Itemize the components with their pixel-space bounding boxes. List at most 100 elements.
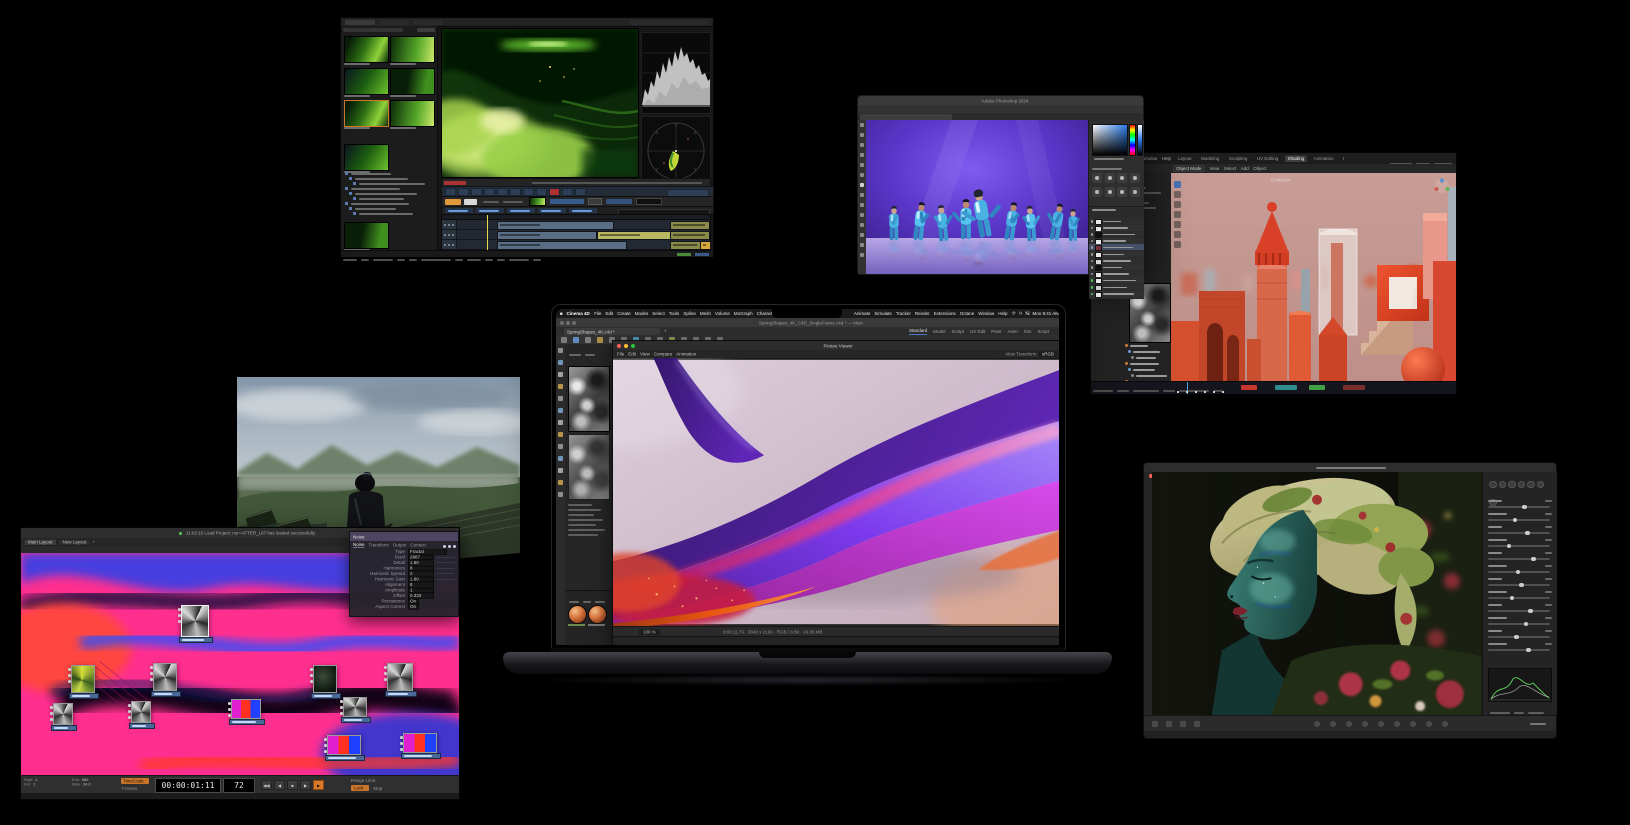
- photoshop-tool-4[interactable]: [860, 153, 864, 157]
- toolbar-icon-1[interactable]: [1314, 721, 1320, 727]
- timeline-clip[interactable]: [670, 241, 702, 250]
- transport-button-4[interactable]: ▶: [300, 780, 311, 790]
- layer-visibility-eye[interactable]: [1090, 266, 1093, 269]
- blender-viewport[interactable]: Collection: [1171, 173, 1456, 381]
- node-port[interactable]: [178, 614, 181, 617]
- node-port[interactable]: [384, 672, 387, 675]
- timecode-mode-chip[interactable]: TimeCode: [121, 778, 149, 784]
- timeline-clip[interactable]: [497, 241, 627, 250]
- node-6[interactable]: [50, 703, 73, 725]
- node-3[interactable]: [150, 663, 177, 691]
- slider-knob[interactable]: [1528, 608, 1533, 613]
- material-sphere-2[interactable]: [588, 605, 607, 624]
- layer-visibility-eye[interactable]: [1090, 246, 1093, 249]
- node-2[interactable]: [68, 665, 95, 693]
- flame-blue-chip-2[interactable]: [606, 199, 632, 204]
- capture-tool-icon-3[interactable]: [1508, 480, 1516, 488]
- menubar-menu-volume[interactable]: Volume: [715, 311, 730, 316]
- photoshop-tool-6[interactable]: [860, 173, 864, 177]
- node-port[interactable]: [150, 678, 153, 681]
- minimize-button[interactable]: [566, 321, 570, 325]
- zoom-level[interactable]: 100 %: [639, 629, 660, 635]
- flame-playhead[interactable]: [487, 215, 488, 251]
- blender-tool-icon-3[interactable]: [1174, 201, 1181, 208]
- adjustment-icon-1[interactable]: [1092, 173, 1102, 183]
- node-11[interactable]: [400, 733, 437, 753]
- field-value-type[interactable]: Fractal: [408, 549, 447, 555]
- photoshop-tool-5[interactable]: [860, 163, 864, 167]
- c4d-tool-5[interactable]: [557, 396, 563, 401]
- flame-track-2[interactable]: [442, 230, 710, 240]
- capture-one-adjustment-sliders[interactable]: [1488, 498, 1552, 654]
- flame-transport-button-2[interactable]: [458, 187, 469, 196]
- node-port[interactable]: [384, 666, 387, 669]
- photoshop-tool-3[interactable]: [860, 143, 864, 147]
- toolbar-icon-2[interactable]: [1330, 721, 1336, 727]
- layer-row-3[interactable]: [1089, 231, 1144, 239]
- menubar-menu-mesh[interactable]: Mesh: [700, 311, 711, 316]
- flame-transport-button-10[interactable]: [562, 187, 573, 196]
- toolbar-icon-left-3[interactable]: [1180, 721, 1186, 727]
- flame-blue-chip-1[interactable]: [550, 199, 584, 204]
- c4d-toolbar-icon-2[interactable]: [573, 337, 579, 343]
- c4d-layout-tab-script[interactable]: Script: [1037, 329, 1049, 334]
- adjustment-slider[interactable]: [1488, 621, 1550, 626]
- zoom-button[interactable]: [572, 321, 576, 325]
- slider-knob[interactable]: [1506, 543, 1512, 548]
- flame-transport-button-11[interactable]: [575, 187, 586, 196]
- blender-viewport-menu-view[interactable]: View: [1210, 166, 1220, 171]
- flame-transport-button-7[interactable]: [523, 187, 534, 196]
- field-slider[interactable]: [436, 578, 455, 580]
- flame-tree-row[interactable]: [345, 172, 433, 175]
- blender-workspace-tab-uv-editing[interactable]: UV Editing: [1254, 155, 1280, 162]
- menubar-menu-spline[interactable]: Spline: [683, 311, 696, 316]
- menubar-menu-octane[interactable]: Octane: [960, 311, 975, 316]
- node-port[interactable]: [310, 674, 313, 677]
- minimize-button[interactable]: [624, 343, 628, 348]
- flame-white-button[interactable]: [464, 198, 477, 205]
- menubar-menu-tracker[interactable]: Tracker: [896, 311, 911, 316]
- flame-clip-thumbnail-3[interactable]: [344, 68, 389, 95]
- node-8[interactable]: [228, 699, 261, 719]
- flame-blue-label-chip[interactable]: [569, 208, 597, 213]
- capture-one-title-bar[interactable]: [1144, 463, 1556, 478]
- photoshop-tool-13[interactable]: [860, 243, 864, 247]
- node-port[interactable]: [228, 708, 231, 711]
- flame-transport-button-8[interactable]: [536, 187, 547, 196]
- flame-toggle-chip[interactable]: [588, 198, 602, 205]
- adjustment-icon-6[interactable]: [1104, 187, 1115, 197]
- slider-knob[interactable]: [1509, 595, 1515, 600]
- picture-viewer-menu-compare[interactable]: Compare: [654, 352, 673, 357]
- view-transform-value[interactable]: sRGB: [1038, 351, 1057, 357]
- flame-tab-3[interactable]: [413, 19, 443, 25]
- c4d-new-tab-button[interactable]: +: [664, 329, 667, 334]
- layer-row-8[interactable]: [1089, 264, 1144, 272]
- photoshop-document-tab[interactable]: [858, 113, 1143, 120]
- picture-viewer-menu-file[interactable]: File: [617, 352, 624, 357]
- layer-visibility-eye[interactable]: [1090, 226, 1093, 230]
- c4d-layout-tab-anim[interactable]: Anim: [1007, 329, 1017, 334]
- c4d-tool-12[interactable]: [557, 480, 563, 485]
- c4d-layout-tab-standard[interactable]: Standard: [908, 328, 928, 335]
- blender-workspace-tab-shading[interactable]: Shading: [1285, 155, 1307, 162]
- toolbar-icon-4[interactable]: [1362, 721, 1368, 727]
- node-port[interactable]: [50, 706, 53, 709]
- blender-viewport-menu-select[interactable]: Select: [1224, 166, 1237, 171]
- menubar-menu-simulate[interactable]: Simulate: [874, 311, 892, 316]
- adjustment-icon-5[interactable]: [1092, 187, 1102, 197]
- add-layout-button[interactable]: +: [92, 540, 95, 545]
- c4d-layout-tab-model[interactable]: Model: [933, 329, 945, 334]
- flame-input-field[interactable]: [636, 198, 662, 205]
- flame-tab-2[interactable]: [379, 19, 409, 25]
- picture-viewer-menu-edit[interactable]: Edit: [628, 352, 636, 357]
- blender-tool-icon-5[interactable]: [1174, 221, 1181, 228]
- c4d-tool-6[interactable]: [557, 408, 563, 413]
- toolbar-icon-6[interactable]: [1394, 721, 1400, 727]
- field-value-detail[interactable]: 1.80: [408, 560, 434, 566]
- blender-tool-icon-6[interactable]: [1174, 231, 1181, 238]
- adjustment-slider[interactable]: [1488, 543, 1550, 548]
- node-port[interactable]: [178, 608, 181, 611]
- node-port[interactable]: [324, 744, 327, 747]
- node-port[interactable]: [324, 750, 327, 753]
- wifi-icon[interactable]: [1011, 311, 1016, 316]
